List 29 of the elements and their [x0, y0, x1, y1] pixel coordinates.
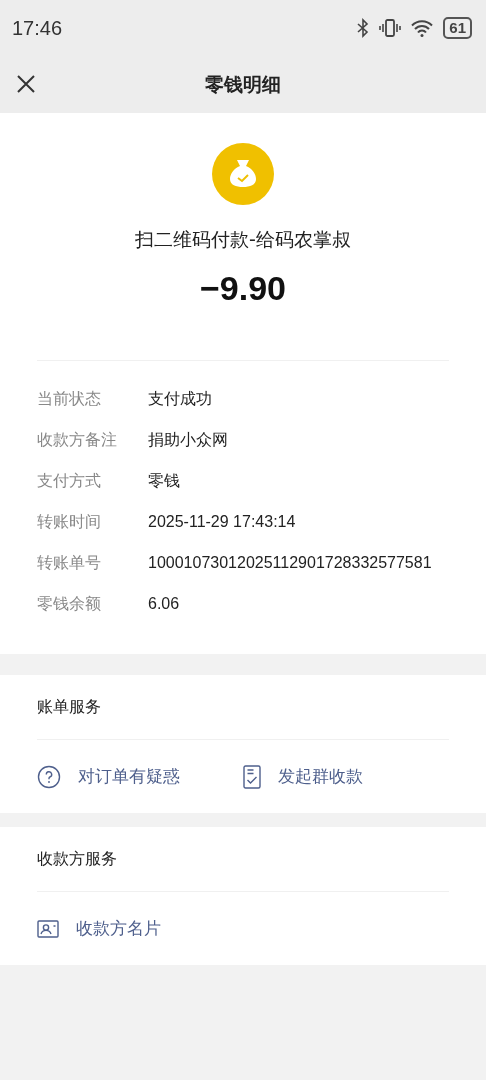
section-title: 账单服务	[37, 675, 449, 740]
vibrate-icon	[379, 19, 402, 37]
detail-value: 零钱	[148, 471, 181, 491]
wifi-icon	[411, 19, 434, 37]
detail-value: 捐助小众网	[148, 430, 229, 450]
service-link[interactable]: 收款方名片	[37, 917, 254, 940]
detail-value: 支付成功	[148, 389, 213, 409]
detail-label: 零钱余额	[37, 593, 102, 615]
detail-label: 支付方式	[37, 470, 102, 492]
money-bag-icon	[212, 143, 274, 205]
section-title: 收款方服务	[37, 827, 449, 892]
document-check-icon	[243, 764, 261, 789]
status-time: 17:46	[12, 16, 63, 40]
merchant-name: 扫二维码付款-给码农掌叔	[135, 227, 351, 252]
detail-label: 当前状态	[37, 388, 102, 410]
detail-label: 转账时间	[37, 511, 102, 533]
detail-label: 转账单号	[37, 552, 102, 574]
bluetooth-icon	[357, 18, 370, 38]
detail-label: 收款方备注	[37, 429, 118, 451]
service-link[interactable]: 发起群收款	[243, 764, 449, 789]
help-icon	[37, 764, 61, 789]
battery-level: 61	[443, 17, 472, 39]
service-link[interactable]: 对订单有疑惑	[37, 764, 243, 789]
detail-value: 10001073012025112901728332577581	[148, 553, 433, 573]
contact-card-icon	[37, 919, 59, 938]
amount: −9.90	[200, 269, 286, 308]
page-title: 零钱明细	[205, 71, 281, 97]
detail-value: 6.06	[148, 594, 181, 614]
detail-value: 2025-11-29 17:43:14	[148, 512, 297, 532]
